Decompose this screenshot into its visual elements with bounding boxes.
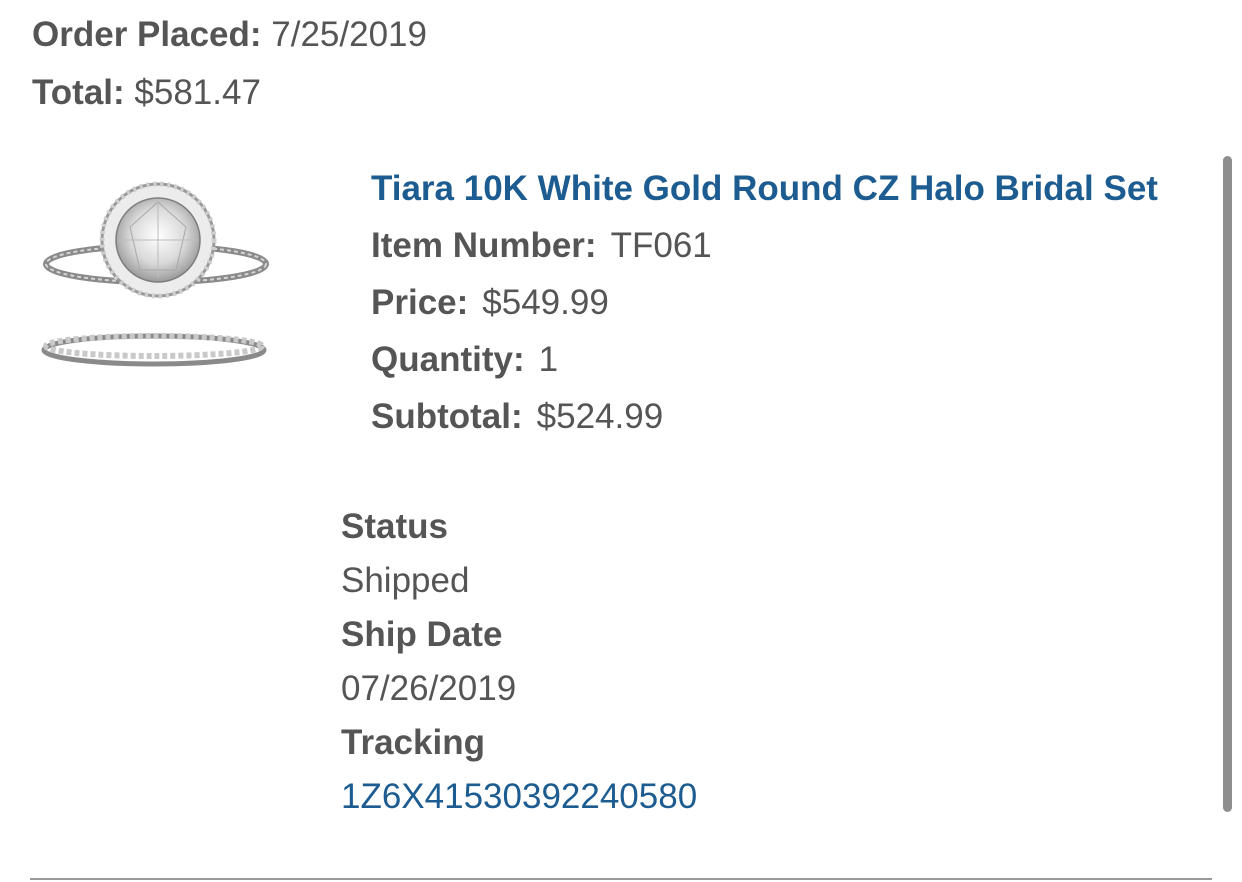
price-row: Price: $549.99: [371, 274, 1201, 331]
tracking-label: Tracking: [341, 723, 485, 762]
order-summary: Order Placed: 7/25/2019 Total: $581.47: [32, 6, 427, 122]
price-value: $549.99: [482, 283, 609, 322]
order-placed-row: Order Placed: 7/25/2019: [32, 6, 427, 64]
order-placed-label: Order Placed:: [32, 15, 262, 54]
order-placed-value: 7/25/2019: [271, 15, 427, 54]
divider: [30, 878, 1212, 880]
ship-date-value: 07/26/2019: [341, 669, 517, 708]
item-number-row: Item Number: TF061: [371, 217, 1201, 274]
subtotal-label: Subtotal:: [371, 397, 523, 436]
price-label: Price:: [371, 283, 469, 322]
order-total-label: Total:: [32, 73, 125, 112]
vertical-scrollbar[interactable]: [1223, 156, 1232, 812]
ship-date-label: Ship Date: [341, 615, 503, 654]
subtotal-value: $524.99: [536, 397, 664, 436]
status-value: Shipped: [341, 561, 470, 600]
item-title-link[interactable]: Tiara 10K White Gold Round CZ Halo Brida…: [371, 160, 1201, 217]
item-number-label: Item Number:: [371, 226, 597, 265]
item-number-value: TF061: [610, 226, 712, 265]
status-label: Status: [341, 507, 448, 546]
ring-product-image[interactable]: [36, 172, 276, 387]
quantity-label: Quantity:: [371, 340, 525, 379]
subtotal-row: Subtotal: $524.99: [371, 388, 1201, 445]
shipping-info: Status Shipped Ship Date 07/26/2019 Trac…: [341, 500, 1141, 824]
tracking-number-link[interactable]: 1Z6X41530392240580: [341, 770, 1141, 824]
order-total-value: $581.47: [134, 73, 261, 112]
quantity-value: 1: [538, 340, 559, 379]
order-detail-page: Order Placed: 7/25/2019 Total: $581.47 T…: [0, 0, 1242, 882]
order-total-row: Total: $581.47: [32, 64, 427, 122]
quantity-row: Quantity: 1: [371, 331, 1201, 388]
item-details: Tiara 10K White Gold Round CZ Halo Brida…: [371, 160, 1201, 445]
